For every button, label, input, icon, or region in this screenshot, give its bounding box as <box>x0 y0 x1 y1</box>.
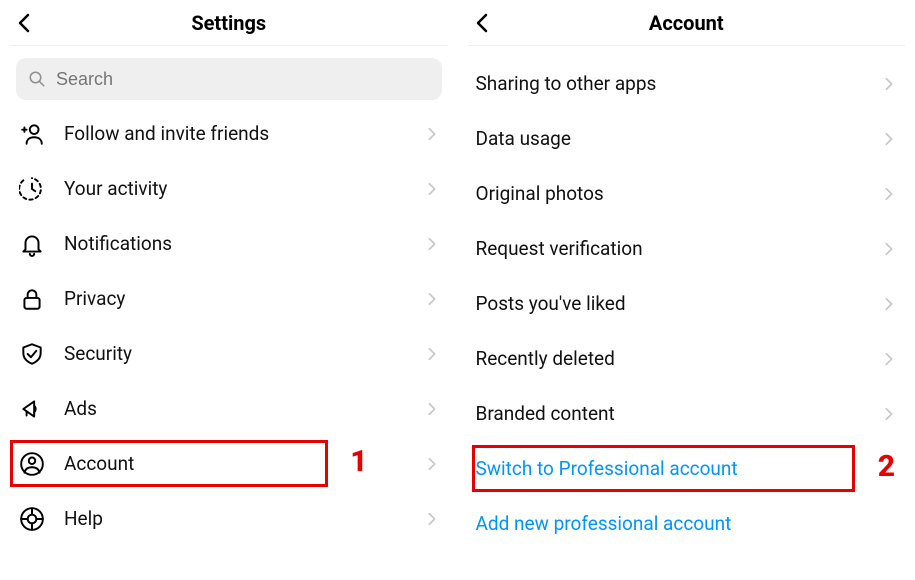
chevron-right-icon <box>881 131 897 147</box>
list-item-label: Add new professional account <box>476 512 898 535</box>
chevron-right-icon <box>424 346 440 362</box>
chevron-right-icon <box>424 181 440 197</box>
chevron-left-icon <box>475 13 489 33</box>
list-item-label: Security <box>64 342 406 365</box>
list-item[interactable]: Branded content <box>468 386 906 441</box>
list-item[interactable]: Account1 <box>10 436 448 491</box>
lock-icon <box>18 285 46 313</box>
chevron-right-icon <box>424 291 440 307</box>
list-item[interactable]: Security <box>10 326 448 381</box>
list-item-label: Ads <box>64 397 406 420</box>
list-item-label: Notifications <box>64 232 406 255</box>
search-input[interactable] <box>56 69 430 90</box>
list-item-label: Posts you've liked <box>476 292 864 315</box>
list-item-label: Original photos <box>476 182 864 205</box>
list-item[interactable]: Posts you've liked <box>468 276 906 331</box>
list-item[interactable]: Switch to Professional account2 <box>468 441 906 496</box>
account-pane: Account Sharing to other apps Data usage O… <box>458 0 915 580</box>
shield-icon <box>18 340 46 368</box>
bell-icon <box>18 230 46 258</box>
chevron-left-icon <box>17 13 31 33</box>
account-list: Sharing to other apps Data usage Original … <box>468 56 906 551</box>
chevron-right-icon <box>881 186 897 202</box>
ads-icon <box>18 395 46 423</box>
list-item-label: Data usage <box>476 127 864 150</box>
list-item[interactable]: Sharing to other apps <box>468 56 906 111</box>
chevron-right-icon <box>424 126 440 142</box>
search-icon <box>28 70 46 88</box>
chevron-right-icon <box>881 241 897 257</box>
chevron-right-icon <box>424 401 440 417</box>
page-title: Settings <box>10 11 448 35</box>
activity-icon <box>18 175 46 203</box>
highlight-badge: 1 <box>350 444 367 479</box>
list-item[interactable]: Help <box>10 491 448 546</box>
highlight-badge: 2 <box>878 449 895 484</box>
list-item-label: Sharing to other apps <box>476 72 864 95</box>
chevron-right-icon <box>881 351 897 367</box>
list-item[interactable]: Your activity <box>10 161 448 216</box>
help-icon <box>18 505 46 533</box>
list-item-label: Recently deleted <box>476 347 864 370</box>
list-item[interactable]: Original photos <box>468 166 906 221</box>
account-header: Account <box>468 0 906 46</box>
invite-icon <box>18 120 46 148</box>
search-field[interactable] <box>16 58 442 100</box>
highlight-box <box>472 445 856 492</box>
list-item[interactable]: Recently deleted <box>468 331 906 386</box>
highlight-box <box>10 440 328 487</box>
back-button[interactable] <box>10 9 38 37</box>
list-item-label: Follow and invite friends <box>64 122 406 145</box>
settings-pane: Settings Follow and invite friends Your a… <box>0 0 458 580</box>
list-item-label: Your activity <box>64 177 406 200</box>
list-item[interactable]: Privacy <box>10 271 448 326</box>
settings-header: Settings <box>10 0 448 46</box>
list-item[interactable]: Data usage <box>468 111 906 166</box>
list-item[interactable]: Add new professional account <box>468 496 906 551</box>
chevron-right-icon <box>424 236 440 252</box>
list-item[interactable]: Ads <box>10 381 448 436</box>
list-item-label: Help <box>64 507 406 530</box>
list-item-label: Request verification <box>476 237 864 260</box>
back-button[interactable] <box>468 9 496 37</box>
list-item[interactable]: Notifications <box>10 216 448 271</box>
list-item-label: Privacy <box>64 287 406 310</box>
list-item[interactable]: Follow and invite friends <box>10 106 448 161</box>
chevron-right-icon <box>424 456 440 472</box>
list-item-label: Branded content <box>476 402 864 425</box>
page-title: Account <box>468 11 906 35</box>
list-item[interactable]: Request verification <box>468 221 906 276</box>
chevron-right-icon <box>881 406 897 422</box>
chevron-right-icon <box>424 511 440 527</box>
settings-list: Follow and invite friends Your activity No… <box>10 106 448 546</box>
chevron-right-icon <box>881 296 897 312</box>
chevron-right-icon <box>881 76 897 92</box>
